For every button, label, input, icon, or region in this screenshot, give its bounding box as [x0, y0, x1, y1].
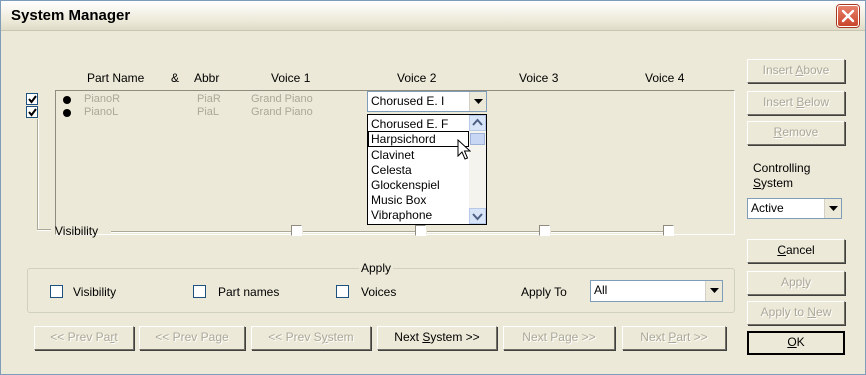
window-title: System Manager [11, 7, 131, 24]
prev-page-button[interactable]: << Prev Page [139, 326, 245, 350]
apply-visibility-label: Visibility [73, 285, 117, 299]
next-part-button[interactable]: Next Part >> [622, 326, 726, 350]
dropdown-arrow-icon [474, 98, 483, 104]
controlling-system-value: Active [751, 201, 784, 215]
col-voice-1: Voice 1 [271, 71, 311, 85]
visibility-line [111, 231, 291, 233]
voice-2-visibility-box[interactable] [415, 225, 426, 236]
voice-option-selected[interactable]: Harpsichord [368, 131, 469, 147]
col-voice-3: Voice 3 [519, 71, 559, 85]
part-visible-checkbox[interactable] [26, 93, 38, 105]
dropdown-arrow-button[interactable] [705, 281, 722, 301]
prev-part-button[interactable]: << Prev Part [34, 326, 134, 350]
voice-option[interactable]: Glockenspiel [371, 178, 440, 192]
part-voice-1[interactable]: Grand Piano [251, 93, 313, 105]
part-visible-checkbox[interactable] [26, 106, 38, 118]
apply-to-combo[interactable]: All [590, 280, 723, 302]
voice-2-dropdown-list[interactable]: Chorused E. F Harpsichord Clavinet Celes… [367, 114, 487, 225]
voice-2-value: Chorused E. I [371, 94, 445, 108]
voice-option[interactable]: Vibraphone [371, 208, 432, 222]
cancel-button[interactable]: Cancel [747, 239, 845, 263]
dropdown-arrow-button[interactable] [824, 199, 841, 218]
dropdown-arrow-button[interactable] [469, 92, 486, 111]
scroll-thumb[interactable] [470, 133, 485, 145]
controlling-system-label: Controlling [753, 161, 811, 175]
col-abbr: Abbr [194, 71, 220, 85]
voice-option[interactable]: Music Box [371, 193, 426, 207]
voice-2-combo[interactable]: Chorused E. I [367, 91, 487, 112]
part-name[interactable]: PianoL [84, 106, 118, 118]
voice-option[interactable]: Chorused E. F [371, 117, 448, 131]
voice-4-visibility-box[interactable] [663, 225, 674, 236]
scroll-down-button[interactable] [469, 208, 486, 224]
apply-voices-label: Voices [361, 285, 397, 299]
apply-part-names-label: Part names [218, 285, 280, 299]
system-manager-window: System Manager Part Name & Abbr Voice 1 … [0, 0, 866, 375]
bracket-line [37, 229, 51, 231]
part-voice-1[interactable]: Grand Piano [251, 106, 313, 118]
col-voice-2: Voice 2 [397, 71, 437, 85]
voice-1-visibility-box[interactable] [291, 225, 302, 236]
checkmark-icon [28, 95, 37, 104]
ok-button[interactable]: OK [747, 331, 845, 355]
part-abbr[interactable]: PiaR [197, 93, 221, 105]
insert-above-button[interactable]: Insert Above [747, 59, 845, 83]
apply-button[interactable]: Apply [747, 271, 845, 295]
remove-button[interactable]: Remove [747, 121, 845, 145]
prev-system-button[interactable]: << Prev System [251, 326, 371, 350]
part-name[interactable]: PianoR [84, 93, 120, 105]
controlling-system-combo[interactable]: Active [747, 198, 842, 219]
dropdown-arrow-icon [829, 205, 838, 211]
voice-option[interactable]: Clavinet [371, 148, 414, 162]
close-button[interactable] [837, 5, 859, 27]
close-icon [841, 9, 855, 23]
col-ampersand: & [171, 71, 180, 85]
next-page-button[interactable]: Next Page >> [503, 326, 615, 350]
visibility-line [427, 231, 539, 233]
controlling-system-label-2: System [753, 176, 794, 190]
voice-option[interactable]: Celesta [371, 163, 412, 177]
insert-below-button[interactable]: Insert Below [747, 91, 845, 115]
scroll-up-icon [472, 118, 483, 126]
apply-to-label: Apply To [521, 285, 567, 299]
scroll-down-icon [472, 213, 483, 221]
checkmark-icon [28, 108, 37, 117]
visibility-row-label: Visibility [55, 224, 99, 238]
apply-to-new-button[interactable]: Apply to New [747, 301, 845, 325]
apply-part-names-checkbox[interactable] [193, 285, 206, 298]
visibility-line [303, 231, 415, 233]
apply-visibility-checkbox[interactable] [50, 285, 63, 298]
dropdown-scrollbar[interactable] [469, 115, 486, 224]
next-system-button[interactable]: Next System >> [377, 326, 497, 350]
apply-to-value: All [594, 283, 608, 297]
bullet-icon [63, 109, 71, 117]
scroll-up-button[interactable] [469, 115, 486, 131]
bracket-line [37, 119, 39, 229]
bullet-icon [63, 96, 71, 104]
apply-voices-checkbox[interactable] [336, 285, 349, 298]
col-voice-4: Voice 4 [645, 71, 685, 85]
apply-group-title: Apply [359, 261, 394, 275]
mouse-cursor-icon [457, 139, 471, 160]
col-part-name: Part Name [87, 71, 145, 85]
voice-3-visibility-box[interactable] [539, 225, 550, 236]
part-abbr[interactable]: PiaL [197, 106, 219, 118]
dropdown-arrow-icon [710, 288, 719, 293]
title-bar[interactable]: System Manager [1, 1, 865, 31]
visibility-line [551, 231, 663, 233]
